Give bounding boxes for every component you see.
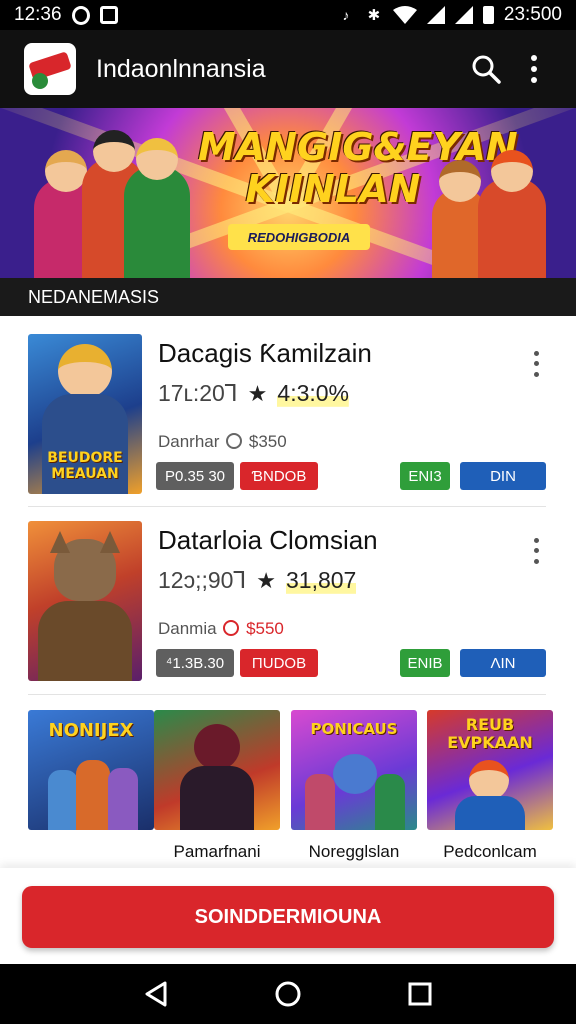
card-green-button[interactable]: ENI3 <box>400 462 450 490</box>
card-more-icon[interactable] <box>526 535 546 567</box>
section-header: NEDANEMASIS <box>0 278 576 316</box>
sync-icon <box>71 5 90 25</box>
card-rating: 31,807 <box>286 567 357 594</box>
card-meta: Danrhar $350 <box>158 432 287 452</box>
status-left: 12:36 <box>14 4 118 26</box>
grid-item[interactable]: REUB EVPKAAN Pedconlcam <box>427 710 553 862</box>
battery-icon <box>482 6 494 24</box>
grid-label: Pedconlcam <box>443 842 537 861</box>
recents-icon[interactable] <box>398 972 442 1016</box>
cta-button[interactable]: SOINDDERMIOUNA <box>22 886 554 948</box>
grid-thumb-text: PONICAUS <box>310 720 398 738</box>
app-title: Indaonlnnansia <box>96 54 266 83</box>
status-right-text: 23:500 <box>503 4 562 25</box>
card-stats: 12ɔ;;90⅂ ★ 31,807 <box>158 567 357 594</box>
card-price-button[interactable]: P0.35 30 <box>156 462 234 490</box>
star-icon: ★ <box>256 567 276 593</box>
grid-item[interactable]: NONIJEX <box>28 710 154 842</box>
grid-thumbnail[interactable]: PONICAUS <box>291 710 417 830</box>
card-price: $350 <box>248 432 287 451</box>
search-icon[interactable] <box>462 45 510 93</box>
card-blue-button[interactable]: ΛIN <box>460 649 546 677</box>
grid-label: Pamarfnani <box>173 842 261 861</box>
card-meta: Danmia $550 <box>158 619 284 639</box>
signal-icon <box>426 6 445 24</box>
star-icon: ★ <box>247 380 268 406</box>
list-item[interactable]: Datarloia Clomsian 12ɔ;;90⅂ ★ 31,807 Dan… <box>28 521 546 683</box>
signal-icon-2 <box>454 6 473 24</box>
card-meta-label: Danmia <box>158 619 217 638</box>
grid-thumbnail[interactable]: REUB EVPKAAN <box>427 710 553 830</box>
banner-tag: REDOHIGBODIA <box>228 224 370 250</box>
card-blue-button[interactable]: DIN <box>460 462 546 490</box>
card-price-button[interactable]: ⁴1.3B.30 <box>156 649 234 677</box>
card-more-icon[interactable] <box>526 348 546 380</box>
app-bar: Indaonlnnansia <box>0 30 576 108</box>
promo-banner[interactable]: MANGIG&EYAN KIINLAN REDOHIGBODIA <box>0 108 576 278</box>
coin-icon <box>223 620 240 636</box>
app-logo[interactable] <box>24 43 76 95</box>
home-icon[interactable] <box>266 972 310 1016</box>
cta-container: SOINDDERMIOUNA <box>0 868 576 964</box>
card-meta-label: Danrhar <box>158 432 220 451</box>
divider <box>28 694 546 695</box>
card-title: Dacagis Ƙamilzain <box>158 338 372 368</box>
grid-item[interactable]: Pamarfnani <box>154 710 280 862</box>
more-vert-icon[interactable] <box>510 45 558 93</box>
bluetooth-icon: ✱ <box>367 7 381 24</box>
grid-thumb-text: REUB EVPKAAN <box>447 715 533 752</box>
grid-item[interactable]: PONICAUS Noregglslan <box>291 710 417 862</box>
card-count: 12ɔ;;90⅂ <box>158 567 247 593</box>
notification-icon <box>99 6 118 24</box>
grid-thumb-text: NONIJEX <box>48 720 134 741</box>
wifi-icon <box>392 6 417 24</box>
list-item[interactable]: BEUDORE MEAUAN Dacagis Ƙamilzain 17ʟ:20⅂… <box>28 334 546 496</box>
status-right: ♪ ✱ 23:500 <box>337 4 562 26</box>
card-red-button[interactable]: ΠUDOB <box>240 649 318 677</box>
card-thumbnail[interactable] <box>28 521 142 681</box>
coin-icon <box>226 433 243 449</box>
grid-label: Noregglslan <box>308 842 400 861</box>
system-nav-bar <box>0 964 576 1024</box>
card-price: $550 <box>246 619 284 638</box>
card-red-button[interactable]: ƁNDOB <box>240 462 318 490</box>
status-bar: 12:36 ♪ ✱ 23:500 <box>0 0 576 30</box>
banner-hero-5 <box>478 150 546 278</box>
grid-thumbnail[interactable]: NONIJEX <box>28 710 154 830</box>
vibrate-icon: ♪ <box>342 7 350 23</box>
divider <box>28 506 546 507</box>
banner-title: MANGIG&EYAN KIINLAN <box>198 125 518 211</box>
back-icon[interactable] <box>134 972 178 1016</box>
card-title: Datarloia Clomsian <box>158 525 378 555</box>
card-green-button[interactable]: ENIB <box>400 649 450 677</box>
card-count: 17ʟ:20⅂ <box>158 380 238 406</box>
card-stats: 17ʟ:20⅂ ★ 4:3:0% <box>158 380 350 407</box>
card-rating: 4:3:0% <box>277 380 350 407</box>
card-thumb-text: BEUDORE MEAUAN <box>47 450 123 482</box>
card-thumbnail[interactable]: BEUDORE MEAUAN <box>28 334 142 494</box>
status-time: 12:36 <box>14 4 62 25</box>
banner-hero-3 <box>124 138 190 278</box>
grid-thumbnail[interactable] <box>154 710 280 830</box>
